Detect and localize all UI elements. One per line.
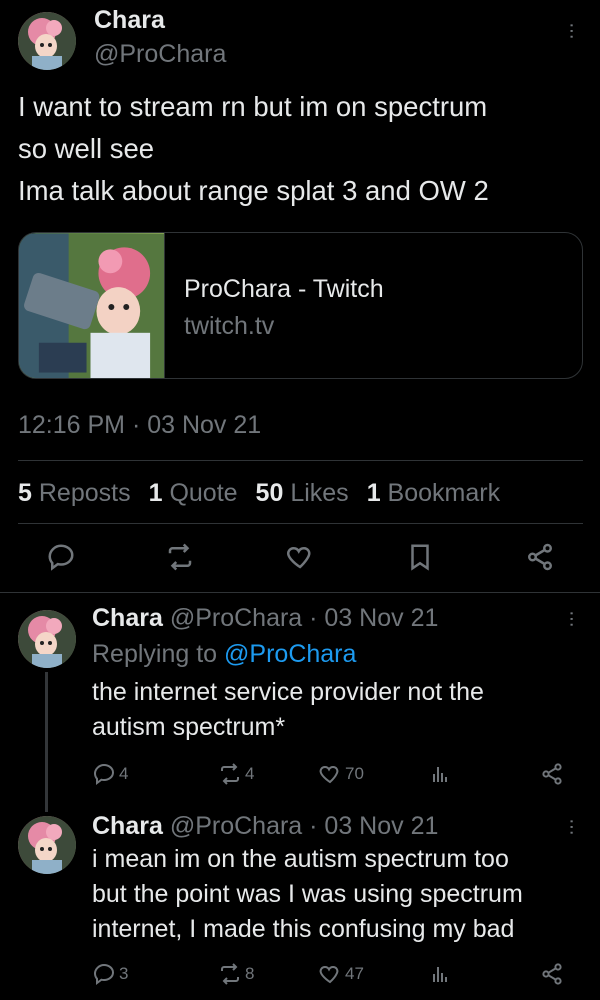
views-icon bbox=[433, 767, 447, 782]
share-icon bbox=[542, 763, 562, 785]
reply-text-line: the internet service provider not the bbox=[92, 678, 484, 706]
reply-author-name[interactable]: Chara bbox=[92, 812, 163, 840]
reply-button[interactable]: 3 bbox=[92, 962, 128, 986]
link-card-domain: twitch.tv bbox=[184, 312, 275, 340]
reply-header: Chara @ProChara · 03 Nov 21 bbox=[92, 812, 438, 841]
reply-action-bar: 3 8 47 bbox=[0, 960, 600, 1000]
replying-to-mention[interactable]: @ProChara bbox=[224, 640, 356, 668]
reply-text-line: internet, I made this confusing my bad bbox=[92, 915, 515, 943]
like-count: 70 bbox=[345, 764, 364, 783]
reply-meta[interactable]: @ProChara · 03 Nov 21 bbox=[170, 812, 439, 840]
share-button[interactable] bbox=[540, 962, 564, 986]
reply-icon bbox=[93, 763, 115, 785]
repost-count: 8 bbox=[245, 964, 255, 983]
likes-stat[interactable]: 50 Likes bbox=[256, 479, 349, 507]
tweet-text-line: I want to stream rn but im on spectrum bbox=[18, 91, 488, 122]
like-count: 47 bbox=[345, 964, 364, 983]
share-button[interactable] bbox=[540, 762, 564, 786]
reply-text: the internet service provider not the au… bbox=[92, 675, 572, 745]
divider bbox=[18, 523, 583, 524]
share-icon bbox=[528, 543, 552, 571]
like-icon bbox=[287, 546, 311, 569]
repost-icon bbox=[168, 543, 192, 571]
repost-button[interactable]: 4 bbox=[218, 762, 254, 786]
replying-to: Replying to @ProChara bbox=[92, 640, 356, 669]
more-options-icon[interactable]: ··· bbox=[561, 818, 583, 835]
repost-icon bbox=[221, 963, 239, 985]
reply-icon bbox=[93, 963, 115, 985]
quotes-count: 1 bbox=[148, 479, 163, 507]
reply-author-avatar[interactable] bbox=[18, 816, 76, 874]
bookmarks-stat[interactable]: 1 Bookmark bbox=[367, 479, 500, 507]
tweet-text-line: so well see bbox=[18, 133, 155, 164]
reply-count: 4 bbox=[119, 764, 129, 783]
reply-text-line: autism spectrum* bbox=[92, 713, 286, 741]
reply-text: i mean im on the autism spectrum too but… bbox=[92, 842, 572, 947]
reply-author-avatar[interactable] bbox=[18, 610, 76, 668]
link-card[interactable]: ProChara - Twitch twitch.tv bbox=[18, 232, 583, 379]
main-action-bar bbox=[0, 542, 600, 582]
link-card-title: ProChara - Twitch bbox=[184, 275, 384, 303]
link-card-thumbnail bbox=[19, 233, 165, 378]
reply-meta[interactable]: @ProChara · 03 Nov 21 bbox=[170, 604, 439, 632]
repost-count: 4 bbox=[245, 764, 255, 783]
like-button[interactable]: 47 bbox=[318, 962, 364, 986]
quotes-label: Quote bbox=[169, 479, 238, 507]
views-button[interactable] bbox=[428, 962, 452, 986]
bookmark-button[interactable] bbox=[405, 542, 435, 572]
more-options-icon[interactable]: ··· bbox=[561, 22, 583, 39]
likes-label: Likes bbox=[290, 479, 349, 507]
reposts-stat[interactable]: 5 Reposts bbox=[18, 479, 131, 507]
divider bbox=[18, 460, 583, 461]
engagement-stats: 5 Reposts 1 Quote 50 Likes 1 Bookmark bbox=[18, 479, 500, 508]
replying-to-label: Replying to bbox=[92, 640, 218, 668]
like-button[interactable]: 70 bbox=[318, 762, 364, 786]
reply-text-line: but the point was I was using spectrum bbox=[92, 880, 523, 908]
like-button[interactable] bbox=[285, 542, 315, 572]
bookmarks-count: 1 bbox=[366, 479, 381, 507]
reposts-label: Reposts bbox=[38, 479, 131, 507]
reply-button[interactable] bbox=[46, 542, 76, 572]
tweet-text: I want to stream rn but im on spectrum s… bbox=[18, 86, 588, 212]
views-icon bbox=[433, 967, 447, 982]
share-button[interactable] bbox=[525, 542, 555, 572]
reply-icon bbox=[48, 544, 74, 571]
author-handle[interactable]: @ProChara bbox=[94, 40, 226, 69]
share-icon bbox=[542, 963, 562, 985]
repost-button[interactable]: 8 bbox=[218, 962, 254, 986]
quotes-stat[interactable]: 1 Quote bbox=[149, 479, 238, 507]
likes-count: 50 bbox=[255, 479, 284, 507]
reply-count: 3 bbox=[119, 964, 129, 983]
reply-header: Chara @ProChara · 03 Nov 21 bbox=[92, 604, 438, 633]
main-author-avatar[interactable] bbox=[18, 12, 76, 70]
divider bbox=[0, 592, 600, 593]
reply-author-name[interactable]: Chara bbox=[92, 604, 163, 632]
like-icon bbox=[319, 765, 339, 784]
repost-icon bbox=[221, 763, 239, 785]
bookmarks-label: Bookmark bbox=[387, 479, 501, 507]
reply-text-line: i mean im on the autism spectrum too bbox=[92, 845, 509, 873]
tweet-timestamp[interactable]: 12:16 PM · 03 Nov 21 bbox=[18, 411, 261, 440]
reply-button[interactable]: 4 bbox=[92, 762, 128, 786]
more-options-icon[interactable]: ··· bbox=[561, 610, 583, 627]
like-icon bbox=[319, 965, 339, 984]
repost-button[interactable] bbox=[165, 542, 195, 572]
views-button[interactable] bbox=[428, 762, 452, 786]
author-name[interactable]: Chara bbox=[94, 6, 165, 35]
tweet-text-line: Ima talk about range splat 3 and OW 2 bbox=[18, 175, 489, 206]
reply-action-bar: 4 4 70 bbox=[0, 760, 600, 800]
reposts-count: 5 bbox=[18, 479, 32, 507]
bookmark-icon bbox=[411, 544, 429, 571]
